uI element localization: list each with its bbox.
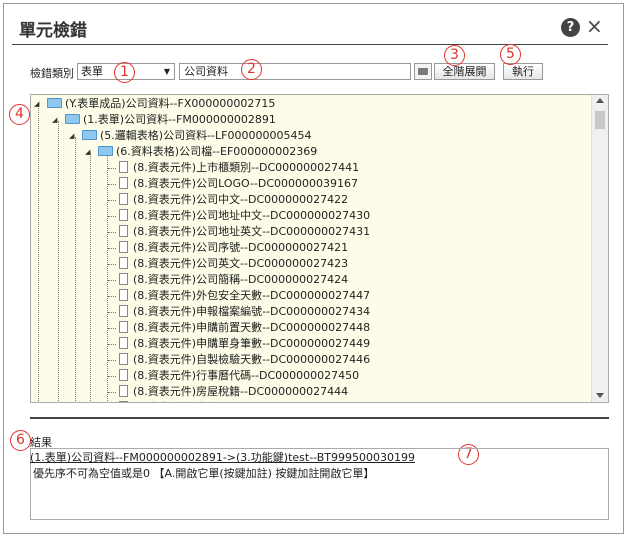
tree-connector bbox=[108, 232, 116, 233]
scroll-up-icon[interactable] bbox=[596, 98, 604, 103]
help-icon[interactable]: ? bbox=[561, 18, 580, 37]
document-icon bbox=[119, 401, 128, 402]
tree-leaf[interactable]: (8.資表元件)上市櫃類別--DC000000027441 bbox=[119, 160, 359, 176]
tree-leaf[interactable]: (8.資表元件)公司英文--DC000000027423 bbox=[119, 256, 348, 272]
document-icon bbox=[119, 369, 128, 381]
check-type-value: 表單 bbox=[81, 65, 103, 78]
title-divider bbox=[12, 44, 608, 45]
document-icon bbox=[119, 161, 128, 173]
collapse-icon[interactable]: ◢ bbox=[52, 112, 57, 128]
document-icon bbox=[119, 225, 128, 237]
folder-icon bbox=[82, 130, 97, 140]
tree-connector bbox=[108, 216, 116, 217]
tree-leaf[interactable]: (8.資表元件)公司LOGO--DC000000039167 bbox=[119, 176, 358, 192]
tree-connector bbox=[108, 312, 116, 313]
tree-node-data-table[interactable]: ◢ (6.資料表格)公司檔--EF000000002369 bbox=[85, 144, 317, 160]
collapse-icon[interactable]: ◢ bbox=[69, 128, 74, 144]
folder-icon bbox=[418, 68, 428, 75]
marker-2: 2 bbox=[241, 59, 262, 80]
tree-connector bbox=[108, 168, 116, 169]
tree-connector bbox=[108, 296, 116, 297]
tree-leaf[interactable]: (8.資表元件)公司地址中文--DC000000027430 bbox=[119, 208, 370, 224]
document-icon bbox=[119, 305, 128, 317]
document-icon bbox=[119, 385, 128, 397]
document-icon bbox=[119, 209, 128, 221]
tree-connector bbox=[108, 280, 116, 281]
result-message: 優先序不可為空值或是0 【A.開啟它單(按鍵加註) 按鍵加註開啟它單】 bbox=[33, 467, 375, 480]
document-icon bbox=[119, 257, 128, 269]
tree-leaf[interactable]: (8.資表元件)行事曆代碼--DC000000027450 bbox=[119, 368, 359, 384]
collapse-icon[interactable]: ◢ bbox=[85, 144, 90, 160]
tree-scrollbar[interactable] bbox=[591, 95, 608, 402]
tree-leaf[interactable]: (8.資表元件)自製檢驗天數--DC000000027446 bbox=[119, 352, 370, 368]
document-icon bbox=[119, 289, 128, 301]
document-icon bbox=[119, 273, 128, 285]
tree-connector bbox=[108, 264, 116, 265]
collapse-icon[interactable]: ◢ bbox=[34, 96, 39, 112]
tree-leaf[interactable]: (8.資表元件)會計期間--DC000000027442 bbox=[119, 400, 348, 402]
tree-guide bbox=[75, 137, 76, 402]
marker-1: 1 bbox=[114, 62, 135, 83]
tree-connector bbox=[108, 360, 116, 361]
tree-connector bbox=[108, 392, 116, 393]
close-icon[interactable]: × bbox=[586, 14, 603, 38]
document-icon bbox=[119, 321, 128, 333]
section-divider bbox=[30, 417, 609, 419]
tree-leaf[interactable]: (8.資表元件)公司地址英文--DC000000027431 bbox=[119, 224, 370, 240]
tree-guide bbox=[58, 121, 59, 402]
dialog-title: 單元檢錯 bbox=[19, 21, 87, 41]
tree-connector bbox=[108, 200, 116, 201]
folder-icon bbox=[98, 146, 113, 156]
tree-leaf[interactable]: (8.資表元件)申報檔案編號--DC000000027434 bbox=[119, 304, 370, 320]
marker-6: 6 bbox=[10, 430, 31, 451]
tree-leaf[interactable]: (8.資表元件)外包安全天數--DC000000027447 bbox=[119, 288, 370, 304]
folder-icon bbox=[65, 114, 80, 124]
tree-guide bbox=[107, 153, 108, 402]
tree-node-root[interactable]: ◢ (Y.表單成品)公司資料--FX000000002715 bbox=[34, 96, 275, 112]
marker-3: 3 bbox=[444, 45, 465, 66]
browse-button[interactable] bbox=[414, 63, 432, 80]
unit-tree: ◢ (Y.表單成品)公司資料--FX000000002715 ◢ (1.表單)公… bbox=[30, 94, 609, 403]
marker-5: 5 bbox=[500, 44, 521, 65]
tree-connector bbox=[108, 376, 116, 377]
tree-guide bbox=[90, 153, 91, 402]
chevron-down-icon: ▼ bbox=[163, 67, 170, 76]
marker-4: 4 bbox=[9, 104, 30, 125]
tree-leaf[interactable]: (8.資表元件)公司序號--DC000000027421 bbox=[119, 240, 348, 256]
tree-connector bbox=[108, 184, 116, 185]
document-icon bbox=[119, 177, 128, 189]
tree-leaf[interactable]: (8.資表元件)房屋稅籍--DC000000027444 bbox=[119, 384, 348, 400]
document-icon bbox=[119, 353, 128, 365]
document-icon bbox=[119, 241, 128, 253]
result-path-link[interactable]: (1.表單)公司資料--FM000000002891->(3.功能鍵)test-… bbox=[30, 449, 415, 465]
folder-icon bbox=[47, 98, 62, 108]
tree-node-form[interactable]: ◢ (1.表單)公司資料--FM000000002891 bbox=[52, 112, 276, 128]
tree-guide bbox=[38, 105, 39, 402]
document-icon bbox=[119, 193, 128, 205]
tree-leaf[interactable]: (8.資表元件)公司中文--DC000000027422 bbox=[119, 192, 348, 208]
scroll-thumb[interactable] bbox=[595, 111, 605, 129]
document-icon bbox=[119, 337, 128, 349]
expand-all-button[interactable]: 全階展開 bbox=[434, 63, 495, 80]
search-input[interactable]: 公司資料 bbox=[179, 63, 411, 80]
run-button[interactable]: 執行 bbox=[503, 63, 543, 80]
tree-leaf[interactable]: (8.資表元件)申購前置天數--DC000000027448 bbox=[119, 320, 370, 336]
tree-connector bbox=[108, 344, 116, 345]
check-type-label: 檢錯類別 bbox=[30, 67, 74, 80]
tree-connector bbox=[108, 248, 116, 249]
scroll-down-icon[interactable] bbox=[596, 393, 604, 398]
tree-leaf[interactable]: (8.資表元件)申購單身筆數--DC000000027449 bbox=[119, 336, 370, 352]
tree-node-logic-table[interactable]: ◢ (5.邏輯表格)公司資料--LF000000005454 bbox=[69, 128, 311, 144]
tree-connector bbox=[108, 328, 116, 329]
tree-leaf[interactable]: (8.資表元件)公司簡稱--DC000000027424 bbox=[119, 272, 348, 288]
